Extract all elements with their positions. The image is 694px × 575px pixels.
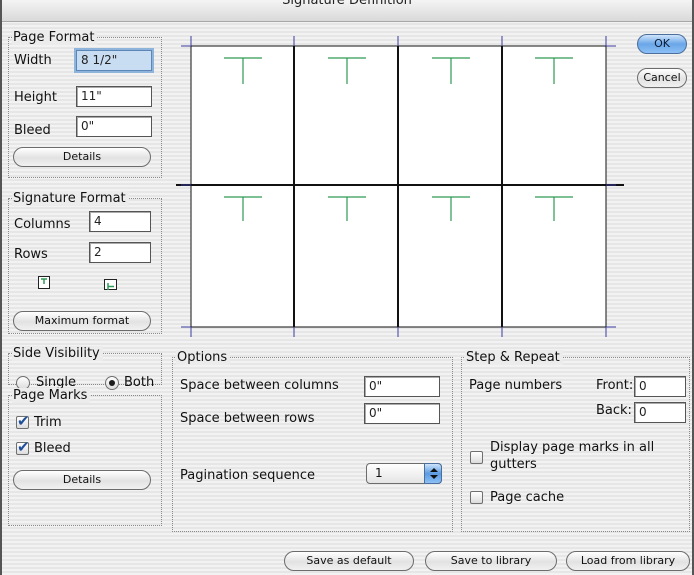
page-cache-label: Page cache [490,490,565,505]
save-to-library-button[interactable]: Save to library [425,551,557,571]
signature-format-title: Signature Format [12,191,129,206]
window-title: Signature Definition [282,0,412,8]
space-rows-field[interactable]: 0" [364,403,440,424]
pagination-value: 1 [375,466,383,480]
back-field[interactable]: 0 [634,402,686,423]
cancel-button[interactable]: Cancel [637,68,687,88]
maximum-format-button[interactable]: Maximum format [13,311,151,331]
title-bar: Signature Definition [0,0,694,22]
front-label: Front: [596,378,634,393]
both-radio[interactable] [105,376,119,390]
front-field[interactable]: 0 [634,376,686,397]
trim-mark-side-icon[interactable] [104,279,117,290]
trim-mark-top-icon[interactable] [38,276,50,289]
page-format-title: Page Format [12,30,98,45]
height-field[interactable]: 11" [76,86,152,107]
pagination-label: Pagination sequence [180,468,315,483]
save-as-default-button[interactable]: Save as default [284,551,414,571]
options-title: Options [176,350,231,365]
bleed-label: Bleed [14,123,51,138]
space-rows-label: Space between rows [180,411,315,426]
step-repeat-title: Step & Repeat [465,350,563,365]
page-format-details-button[interactable]: Details [13,147,151,167]
page-marks-group: Page Marks [8,388,162,526]
signature-preview [176,36,624,337]
bleed-field[interactable]: 0" [76,116,152,137]
display-marks-label-line2: gutters [490,457,537,472]
side-visibility-title: Side Visibility [12,346,103,361]
page-cache-checkbox[interactable] [470,491,483,504]
width-label: Width [14,53,52,68]
both-label: Both [124,375,155,390]
columns-label: Columns [14,217,71,232]
trim-checkbox[interactable] [16,412,30,430]
space-columns-field[interactable]: 0" [364,376,440,397]
height-label: Height [14,90,57,105]
bleed-mark-label: Bleed [34,441,71,456]
page-marks-details-button[interactable]: Details [13,470,151,490]
rows-label: Rows [14,247,48,262]
trim-label: Trim [34,415,62,430]
ok-button[interactable]: OK [637,34,687,54]
display-marks-checkbox[interactable] [470,451,483,464]
back-label: Back: [596,403,632,418]
space-columns-label: Space between columns [180,378,339,393]
rows-field[interactable]: 2 [89,242,151,263]
page-marks-title: Page Marks [12,388,91,403]
bleed-checkbox[interactable] [16,438,30,456]
columns-field[interactable]: 4 [89,211,151,232]
width-field[interactable]: 8 1/2" [76,50,152,71]
pagination-select[interactable]: 1 [366,463,442,484]
page-numbers-label: Page numbers [469,378,563,393]
select-arrows-icon [424,463,442,484]
load-from-library-button[interactable]: Load from library [566,551,690,571]
display-marks-label-line1: Display page marks in all [490,440,655,455]
